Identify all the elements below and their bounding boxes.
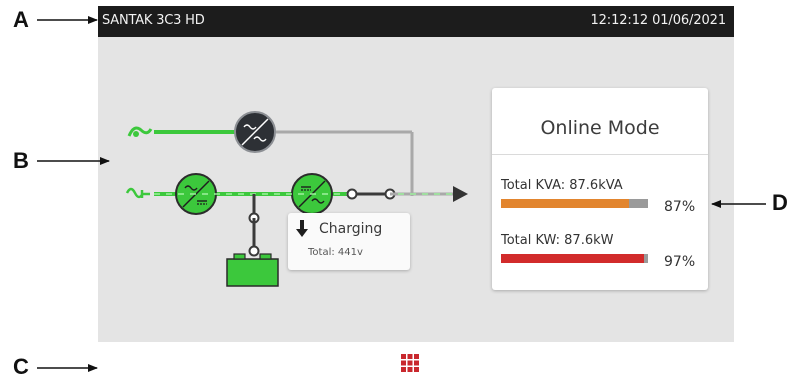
divider xyxy=(492,154,708,155)
kva-bar-track xyxy=(501,199,648,208)
battery-status-card[interactable]: Charging Total: 441v xyxy=(288,213,410,270)
kw-percent: 97% xyxy=(664,254,696,270)
output-breaker-icon[interactable] xyxy=(346,188,396,200)
kw-bar-fill xyxy=(501,254,644,263)
battery-icon[interactable] xyxy=(226,253,279,287)
status-bar: SANTAK 3C3 HD 12:12:12 01/06/2021 xyxy=(98,6,734,37)
kva-label: Total KVA: 87.6kVA xyxy=(501,178,623,193)
operating-mode: Online Mode xyxy=(540,117,660,139)
callout-b: B xyxy=(13,148,29,173)
kva-percent: 87% xyxy=(664,199,696,215)
static-switch-icon[interactable] xyxy=(234,111,276,153)
mains-source-icon xyxy=(125,187,150,199)
battery-total-voltage: Total: 441v xyxy=(308,247,363,258)
device-title: SANTAK 3C3 HD xyxy=(102,13,205,28)
grid-menu-icon[interactable] xyxy=(401,354,419,372)
callout-a: A xyxy=(13,7,29,32)
battery-status-label: Charging xyxy=(319,221,383,237)
kw-label: Total KW: 87.6kW xyxy=(501,233,614,248)
bypass-source-icon xyxy=(127,126,153,137)
kva-bar-fill xyxy=(501,199,629,208)
kw-meter: Total KW: 87.6kW 97% xyxy=(501,233,701,273)
arrow-down-icon xyxy=(296,220,308,237)
output-arrow-icon xyxy=(390,186,468,202)
kw-bar-track xyxy=(501,254,648,263)
callout-c: C xyxy=(13,354,29,379)
callout-d: D xyxy=(772,190,788,215)
battery-branch xyxy=(248,194,260,257)
datetime: 12:12:12 01/06/2021 xyxy=(590,13,726,28)
load-status-card[interactable]: Online Mode Total KVA: 87.6kVA 87% Total… xyxy=(492,88,708,290)
kva-meter: Total KVA: 87.6kVA 87% xyxy=(501,178,701,218)
figure: A B C D SANTAK 3C3 HD 12:12:12 01/06/202… xyxy=(0,0,799,385)
bottom-nav-bar xyxy=(98,342,734,385)
ups-screen: SANTAK 3C3 HD 12:12:12 01/06/2021 Chargi… xyxy=(98,6,734,385)
